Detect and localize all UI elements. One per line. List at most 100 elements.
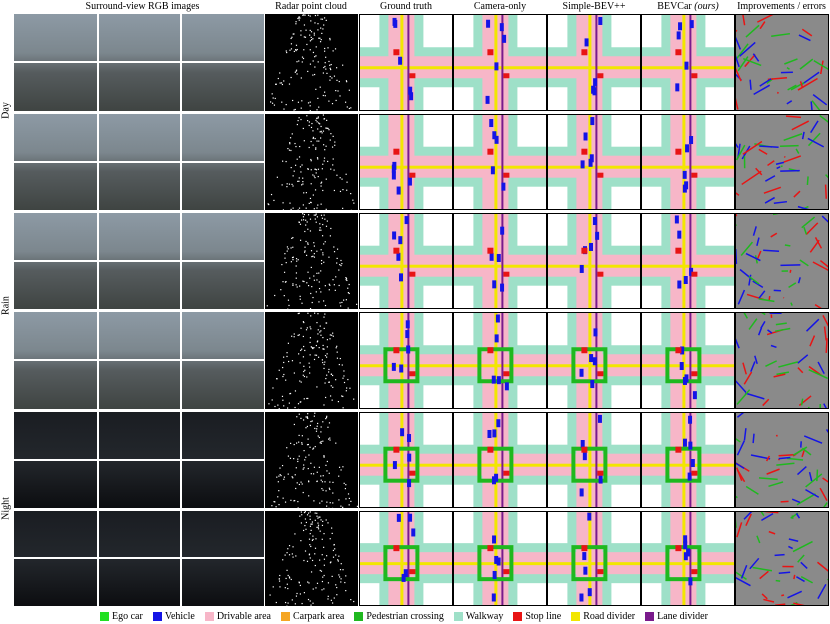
simple-bev-map [547,14,641,111]
radar-point-cloud [265,213,358,309]
improvement-map [736,115,828,209]
camera-only-map [453,412,547,508]
header-improvements: Improvements / errors [737,1,826,12]
bev-map [548,214,640,308]
radar-point-cloud [265,312,358,409]
radar-point-cloud [265,412,358,508]
bevcar-map [641,312,735,409]
bev-map [548,313,640,408]
camera-only-map [453,511,547,606]
row-label-rain: Rain [0,296,12,315]
image-separator [14,61,264,63]
image-separator [14,161,264,163]
bev-map [360,512,452,605]
bev-map [548,115,640,209]
radar-point-cloud [265,511,358,606]
legend-label: Stop line [525,611,562,622]
ground-truth-map [359,312,453,409]
improvements-errors-map [735,312,829,409]
legend-swatch [453,612,463,621]
radar-points [268,312,355,409]
ground-truth-map [359,14,453,111]
improvement-map [736,512,828,605]
radar-point-cloud [265,14,358,111]
legend-swatch [280,612,290,621]
bev-map [548,15,640,110]
bevcar-map [641,412,735,508]
bev-map [454,512,546,605]
legend-item: Ego car [100,611,143,622]
bev-map [642,313,734,408]
header-bevcar-name: BEVCar [657,1,692,12]
improvement-map [736,313,828,408]
camera-only-map [453,14,547,111]
improvements-errors-map [735,213,829,309]
camera-only-map [453,114,547,210]
legend-swatch [513,612,523,621]
legend-label: Carpark area [292,611,345,622]
legend-label: Road divider [583,611,636,622]
row-label-day: Day [0,102,12,119]
bev-map [360,313,452,408]
bev-map [642,115,734,209]
bevcar-map [641,213,735,309]
legend-label: Vehicle [164,611,195,622]
image-separator [14,459,264,461]
bev-map [642,214,734,308]
bev-map [360,214,452,308]
surround-view-image [14,213,264,309]
surround-view-image [14,511,264,606]
radar-points [269,511,355,606]
bev-map [642,15,734,110]
legend-swatch [354,612,364,621]
legend-label: Walkway [465,611,504,622]
header-rgb: Surround-view RGB images [85,1,200,12]
simple-bev-map [547,114,641,210]
bev-map [454,313,546,408]
bev-map [642,413,734,507]
surround-view-image [14,312,264,409]
bev-map [642,512,734,605]
surround-view-image [14,412,264,508]
bev-map [454,413,546,507]
legend-item: Vehicle [152,611,195,622]
legend-item: Pedestrian crossing [354,611,444,622]
legend-item: Carpark area [280,611,345,622]
ground-truth-map [359,114,453,210]
bev-map [454,15,546,110]
header-bevcar: BEVCar (ours) [641,1,735,12]
bev-map [454,214,546,308]
ground-truth-map [359,412,453,508]
legend-item: Walkway [453,611,504,622]
bev-map [454,115,546,209]
legend-item: Lane divider [645,611,708,622]
legend-swatch [204,612,214,621]
simple-bev-map [547,213,641,309]
header-ground-truth: Ground truth [380,1,432,12]
legend-label: Pedestrian crossing [366,611,444,622]
simple-bev-map [547,312,641,409]
legend-swatch [645,612,655,621]
improvements-errors-map [735,511,829,606]
improvement-map [736,214,828,308]
bev-map [548,512,640,605]
simple-bev-map [547,511,641,606]
improvements-errors-map [735,114,829,210]
legend-label: Ego car [112,611,143,622]
bevcar-map [641,114,735,210]
improvements-errors-map [735,14,829,111]
legend-label: Drivable area [216,611,271,622]
legend-label: Lane divider [657,611,708,622]
radar-point-cloud [265,114,358,210]
legend-swatch [100,612,109,621]
bev-map [360,413,452,507]
header-camera-only: Camera-only [473,1,527,12]
bevcar-map [641,14,735,111]
simple-bev-map [547,412,641,508]
ground-truth-map [359,511,453,606]
image-separator [14,260,264,262]
bev-map [360,15,452,110]
bev-map [360,115,452,209]
legend-swatch [571,612,581,621]
header-radar: Radar point cloud [275,1,347,12]
